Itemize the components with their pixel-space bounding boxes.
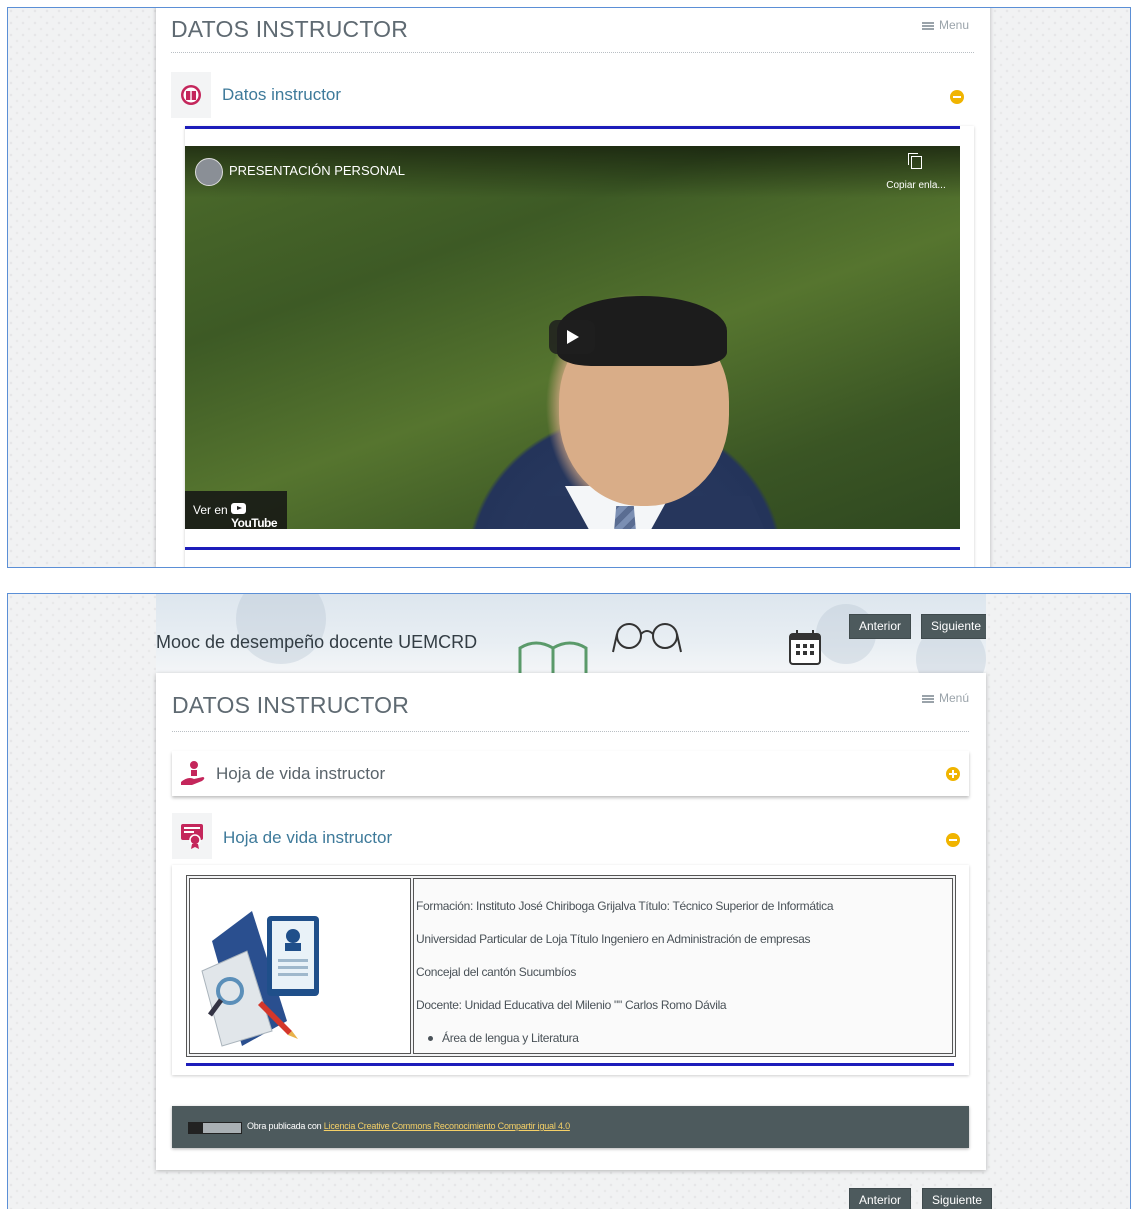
site-title[interactable]: Mooc de desempeño docente UEMCRD: [156, 632, 477, 653]
license-text: Obra publicada con Licencia Creative Com…: [247, 1121, 570, 1131]
license-link[interactable]: Licencia Creative Commons Reconocimiento…: [324, 1121, 570, 1131]
watch-on-youtube-button[interactable]: Ver en YouTube: [185, 491, 287, 529]
page-title: DATOS INSTRUCTOR: [171, 16, 409, 42]
section-icon-box: [172, 813, 212, 859]
collapse-toggle-icon[interactable]: [946, 833, 960, 847]
bullet-icon: [428, 1036, 433, 1041]
youtube-video-embed[interactable]: PRESENTACIÓN PERSONAL Copiar enla... Ver…: [185, 146, 960, 529]
site-banner: Mooc de desempeño docente UEMCRD Anterio…: [156, 594, 986, 674]
expand-toggle-icon[interactable]: [946, 767, 960, 781]
instructor-icon: [181, 85, 201, 105]
section-header-hoja-de-vida-expanded[interactable]: Hoja de vida instructor: [172, 813, 969, 861]
next-button[interactable]: Siguiente: [921, 614, 986, 639]
cc-license-icon[interactable]: [188, 1122, 242, 1134]
cv-line-formacion: Formación: Instituto José Chiriboga Grij…: [416, 899, 834, 913]
book-icon: [518, 641, 588, 674]
blue-rule-bottom: [185, 547, 960, 550]
section-header-hoja-de-vida-collapsed[interactable]: Hoja de vida instructor: [172, 751, 969, 796]
cv-line-universidad: Universidad Particular de Loja Título In…: [416, 932, 811, 946]
section-body: PRESENTACIÓN PERSONAL Copiar enla... Ver…: [185, 126, 974, 567]
cv-table: Formación: Instituto José Chiriboga Grij…: [186, 875, 956, 1057]
section-header-datos-instructor[interactable]: Datos instructor: [171, 72, 974, 120]
cv-illustration-cell: [189, 878, 411, 1054]
blue-rule-top: [185, 126, 960, 129]
menu-link[interactable]: Menú: [922, 691, 969, 705]
screenshot-panel-bottom: Mooc de desempeño docente UEMCRD Anterio…: [7, 593, 1131, 1209]
section-title: Hoja de vida instructor: [223, 828, 393, 847]
resume-illustration: [192, 881, 342, 1049]
cv-line-concejal: Concejal del cantón Sucumbíos: [416, 965, 577, 979]
license-footer: Obra publicada con Licencia Creative Com…: [172, 1106, 969, 1148]
hand-person-icon: [181, 761, 205, 785]
certificate-icon: [181, 824, 203, 849]
copy-icon: [907, 153, 922, 169]
video-title[interactable]: PRESENTACIÓN PERSONAL: [229, 163, 405, 178]
previous-button-bottom[interactable]: Anterior: [849, 1188, 912, 1209]
cv-line-docente: Docente: Unidad Educativa del Milenio ""…: [416, 998, 727, 1012]
menu-icon: [922, 21, 934, 30]
menu-icon: [922, 694, 934, 703]
youtube-icon: YouTube: [231, 502, 287, 529]
cv-bullet-item: Área de lengua y Literatura: [442, 1031, 579, 1045]
channel-avatar[interactable]: [195, 158, 223, 186]
title-divider: [171, 52, 974, 53]
blue-rule-bottom: [186, 1063, 954, 1066]
section-icon-box: [171, 72, 211, 118]
content-card: DATOS INSTRUCTOR Menu Datos instructor P…: [156, 8, 990, 567]
banner-decor: [236, 594, 326, 664]
calendar-icon: [789, 630, 821, 665]
next-button-bottom[interactable]: Siguiente: [922, 1188, 993, 1209]
section-title: Hoja de vida instructor: [216, 764, 386, 783]
title-divider: [172, 731, 969, 732]
copy-link-button[interactable]: Copiar enla...: [886, 153, 946, 193]
menu-link[interactable]: Menu: [922, 18, 969, 32]
section-title: Datos instructor: [222, 85, 342, 104]
content-card: DATOS INSTRUCTOR Menú Hoja de vida instr…: [156, 673, 986, 1170]
previous-button[interactable]: Anterior: [849, 614, 912, 639]
section-body: Formación: Instituto José Chiriboga Grij…: [172, 865, 969, 1075]
cv-text-cell: Formación: Instituto José Chiriboga Grij…: [413, 878, 953, 1054]
glasses-icon: [612, 623, 682, 653]
page-title: DATOS INSTRUCTOR: [172, 692, 410, 718]
play-icon[interactable]: [549, 320, 595, 354]
screenshot-panel-top: DATOS INSTRUCTOR Menu Datos instructor P…: [7, 7, 1131, 568]
collapse-toggle-icon[interactable]: [950, 90, 964, 104]
